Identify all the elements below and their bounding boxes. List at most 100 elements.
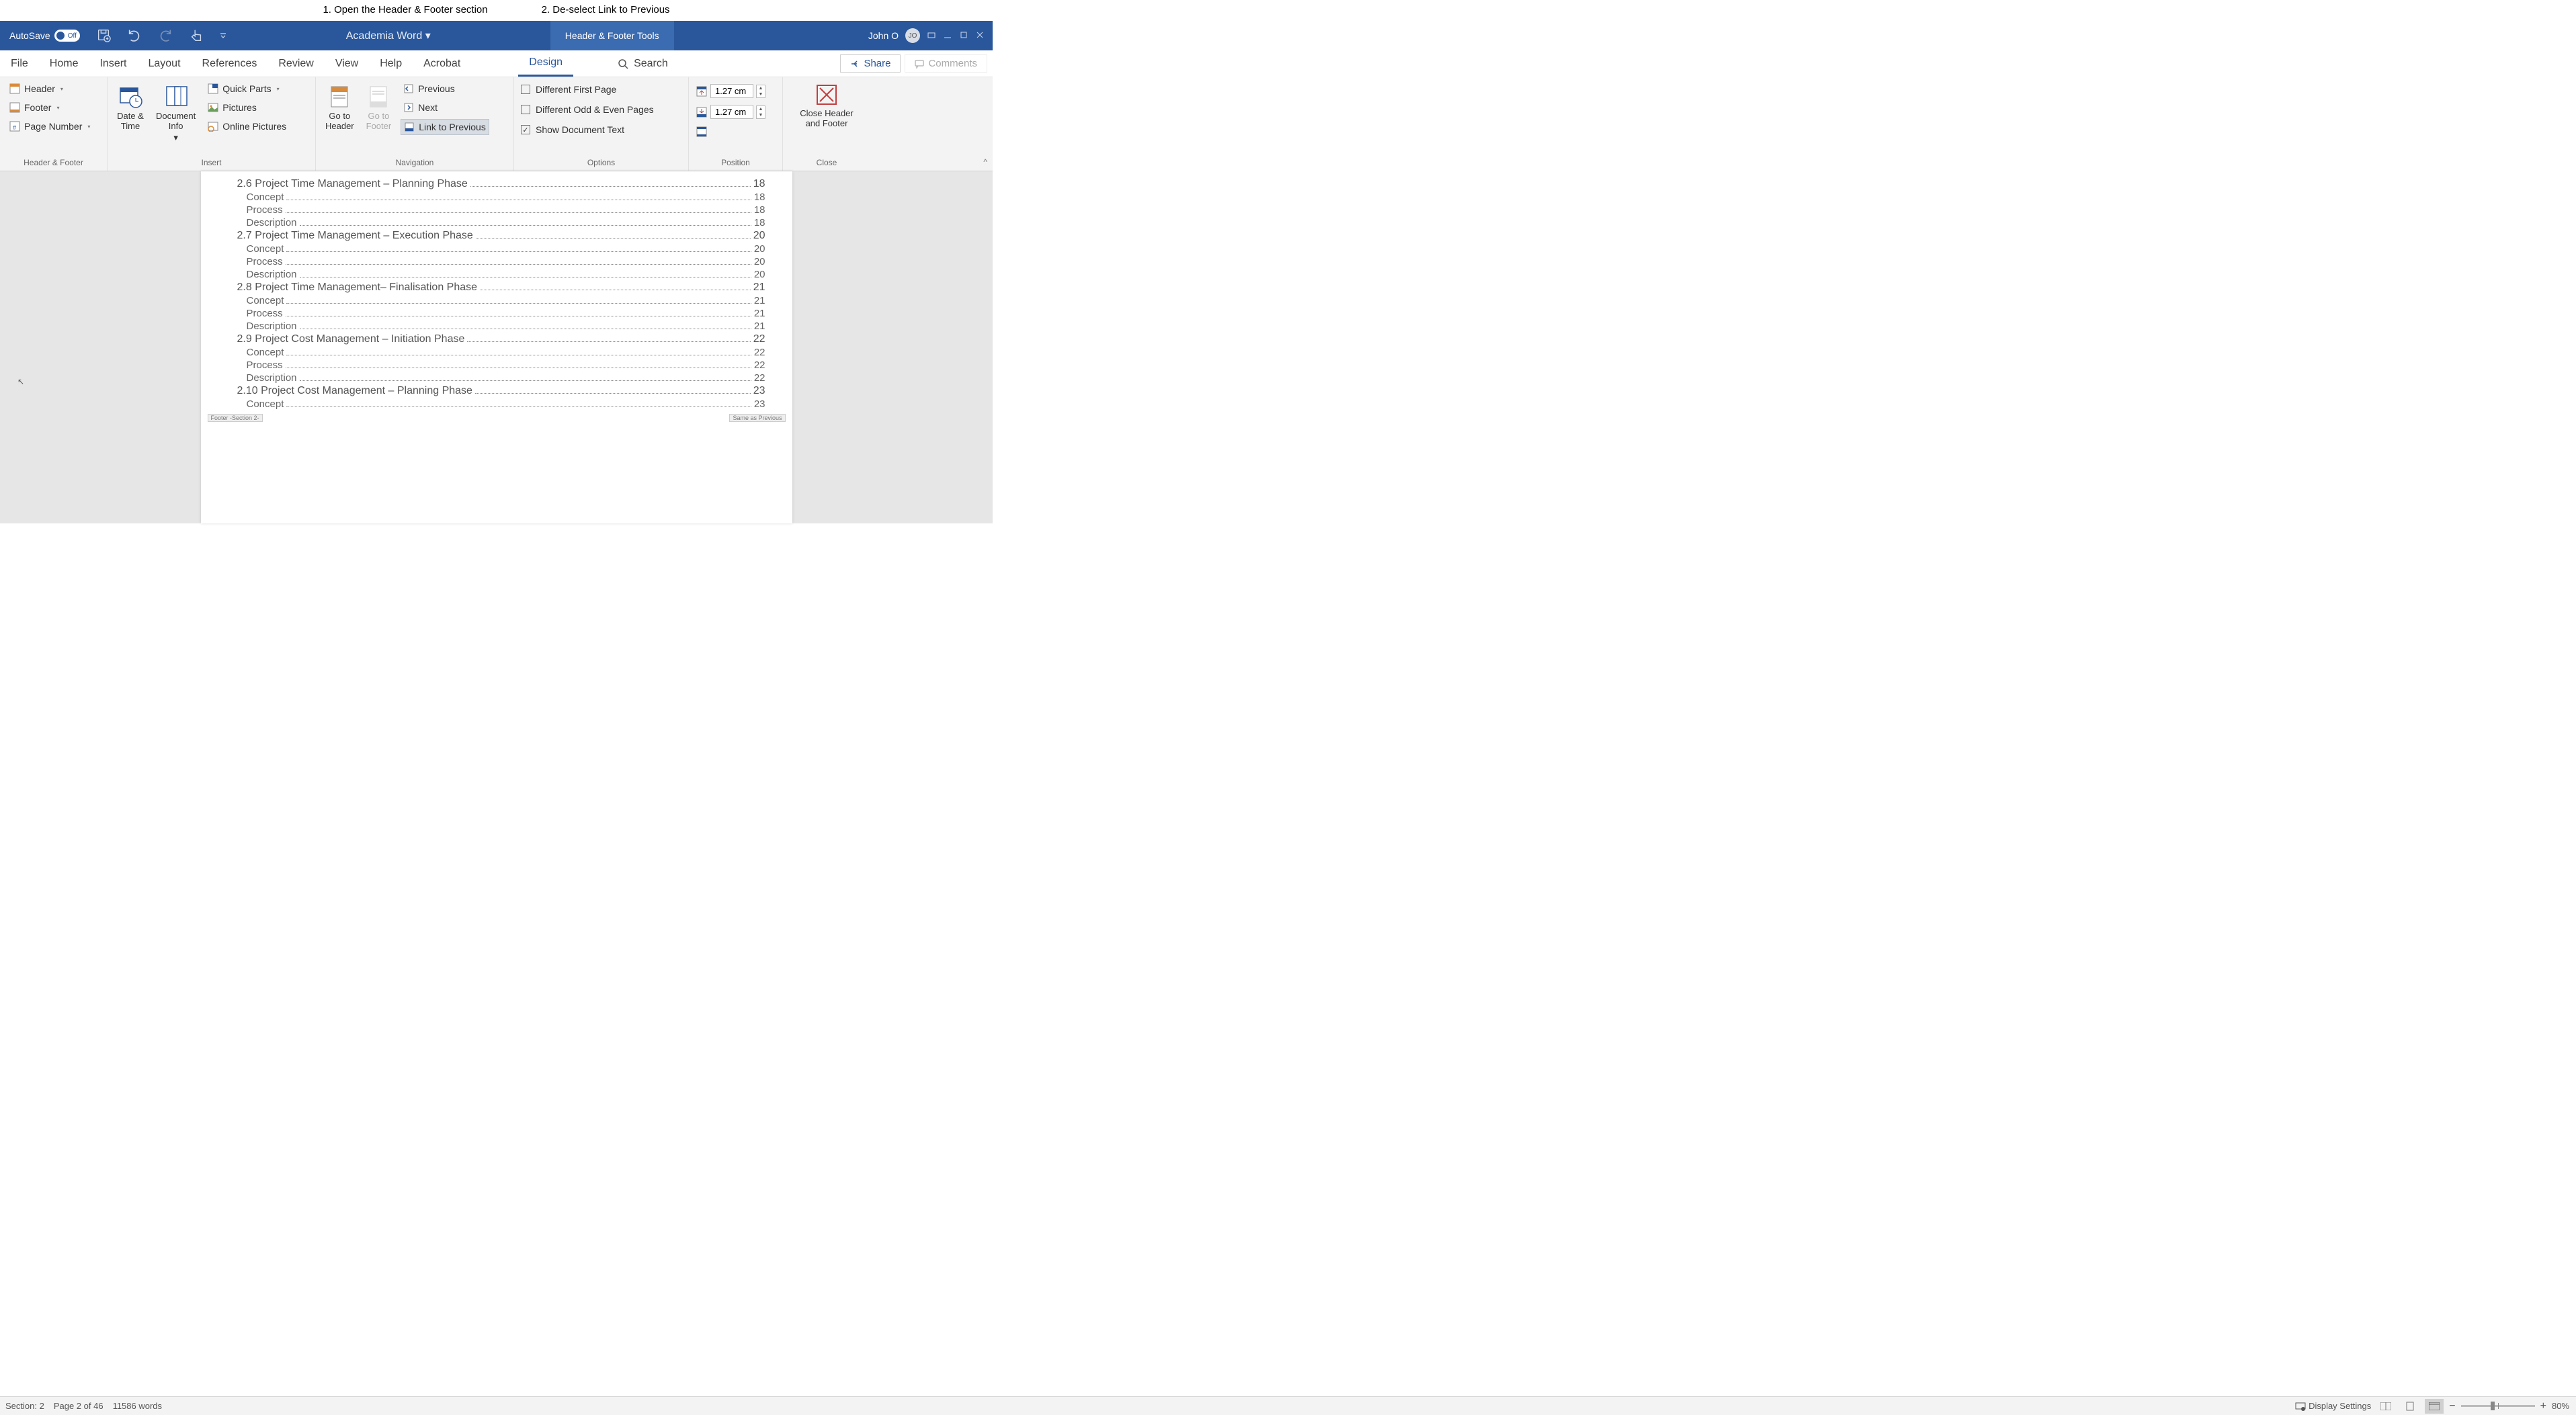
tab-design[interactable]: Design bbox=[518, 50, 573, 77]
footer-button[interactable]: Footer▾ bbox=[7, 100, 93, 115]
zoom-level[interactable]: 80% bbox=[2552, 1401, 2569, 1411]
save-icon[interactable] bbox=[96, 28, 111, 44]
show-document-text-checkbox[interactable]: Show Document Text bbox=[521, 124, 654, 135]
date-time-button[interactable]: Date & Time bbox=[114, 81, 147, 132]
page-number-button[interactable]: # Page Number▾ bbox=[7, 119, 93, 134]
share-icon bbox=[850, 59, 860, 69]
previous-icon bbox=[403, 83, 414, 94]
view-web-layout-button[interactable] bbox=[2425, 1399, 2444, 1414]
user-name: John O bbox=[868, 30, 899, 41]
goto-header-button[interactable]: Go to Header bbox=[323, 81, 357, 132]
tab-review[interactable]: Review bbox=[267, 50, 324, 77]
toc-line: Concept23 bbox=[237, 398, 765, 410]
instruction-bar: 1. Open the Header & Footer section 2. D… bbox=[0, 0, 993, 21]
toc-text: Process bbox=[247, 204, 283, 216]
quick-parts-button[interactable]: Quick Parts▾ bbox=[205, 81, 289, 96]
status-section[interactable]: Section: 2 bbox=[5, 1401, 44, 1411]
alignment-tab-icon bbox=[696, 126, 708, 138]
toc-line: Description20 bbox=[237, 269, 765, 280]
autosave-toggle[interactable]: Off bbox=[54, 30, 80, 42]
toc-text: Process bbox=[247, 308, 283, 319]
zoom-in-button[interactable]: + bbox=[2540, 1400, 2546, 1412]
tab-file[interactable]: File bbox=[0, 50, 39, 77]
toc-page: 20 bbox=[753, 230, 765, 242]
toc-line: Process 21 bbox=[237, 308, 765, 319]
next-icon bbox=[403, 102, 414, 113]
tab-view[interactable]: View bbox=[325, 50, 369, 77]
toc-line: 2.6 Project Time Management – Planning P… bbox=[237, 178, 765, 190]
qat-customize-icon[interactable] bbox=[220, 30, 226, 41]
close-window-icon[interactable] bbox=[975, 30, 985, 42]
header-button[interactable]: Header▾ bbox=[7, 81, 93, 96]
footer-section-tag: Footer -Section 2- bbox=[208, 414, 263, 422]
toc-line: Concept22 bbox=[237, 347, 765, 358]
group-label-position: Position bbox=[696, 156, 776, 169]
group-label-navigation: Navigation bbox=[323, 156, 507, 169]
document-page[interactable]: 2.6 Project Time Management – Planning P… bbox=[201, 171, 792, 523]
touch-mode-icon[interactable] bbox=[189, 28, 204, 44]
zoom-out-button[interactable]: − bbox=[2449, 1400, 2455, 1412]
toc-page: 21 bbox=[754, 320, 765, 332]
tab-help[interactable]: Help bbox=[369, 50, 413, 77]
toc-line: Description22 bbox=[237, 372, 765, 384]
document-info-button[interactable]: Document Info▾ bbox=[153, 81, 198, 144]
toc-text: Concept bbox=[247, 243, 284, 255]
close-icon bbox=[815, 83, 839, 107]
tab-insert[interactable]: Insert bbox=[89, 50, 137, 77]
toc-line: Concept20 bbox=[237, 243, 765, 255]
next-button[interactable]: Next bbox=[401, 100, 489, 115]
footer-icon bbox=[9, 102, 20, 113]
link-to-previous-button[interactable]: Link to Previous bbox=[401, 119, 489, 135]
view-read-mode-button[interactable] bbox=[2376, 1399, 2395, 1414]
ribbon-display-options-icon[interactable] bbox=[927, 30, 936, 42]
tab-references[interactable]: References bbox=[192, 50, 268, 77]
display-settings-button[interactable]: Display Settings bbox=[2295, 1401, 2371, 1412]
toc-page: 23 bbox=[753, 385, 765, 397]
share-button[interactable]: Share bbox=[840, 54, 901, 73]
ribbon: Header▾ Footer▾ # Page Number▾ Header & … bbox=[0, 77, 993, 171]
previous-button[interactable]: Previous bbox=[401, 81, 489, 96]
status-word-count[interactable]: 11586 words bbox=[113, 1401, 162, 1411]
footer-position-spinner[interactable]: ▲▼ bbox=[756, 105, 765, 119]
autosave-state: Off bbox=[68, 32, 77, 40]
toc-text: Description bbox=[247, 217, 297, 228]
user-avatar[interactable]: JO bbox=[905, 28, 920, 43]
toc-line: Description18 bbox=[237, 217, 765, 228]
search-icon bbox=[618, 58, 628, 69]
autosave-control[interactable]: AutoSave Off bbox=[9, 30, 80, 42]
minimize-icon[interactable] bbox=[943, 30, 952, 42]
pictures-button[interactable]: Pictures bbox=[205, 100, 289, 115]
footer-from-bottom-field[interactable]: 1.27 cm ▲▼ bbox=[696, 105, 765, 119]
user-area: John O JO bbox=[868, 28, 985, 43]
header-from-top-field[interactable]: 1.27 cm ▲▼ bbox=[696, 84, 765, 98]
different-first-page-checkbox[interactable]: Different First Page bbox=[521, 84, 654, 95]
online-pictures-button[interactable]: Online Pictures bbox=[205, 119, 289, 134]
context-tab-header-footer-tools[interactable]: Header & Footer Tools bbox=[550, 21, 674, 50]
toc-page: 23 bbox=[754, 398, 765, 410]
zoom-slider[interactable] bbox=[2461, 1405, 2535, 1407]
header-position-spinner[interactable]: ▲▼ bbox=[756, 85, 765, 98]
tab-home[interactable]: Home bbox=[39, 50, 89, 77]
view-print-layout-button[interactable] bbox=[2401, 1399, 2419, 1414]
collapse-ribbon-icon[interactable]: ^ bbox=[983, 157, 987, 167]
maximize-icon[interactable] bbox=[959, 30, 968, 42]
tab-layout[interactable]: Layout bbox=[137, 50, 191, 77]
insert-alignment-tab-button[interactable] bbox=[696, 126, 765, 138]
toc-page: 21 bbox=[754, 295, 765, 306]
comments-button[interactable]: Comments bbox=[905, 54, 987, 73]
page-number-icon: # bbox=[9, 121, 20, 132]
undo-icon[interactable] bbox=[127, 28, 142, 44]
tab-acrobat[interactable]: Acrobat bbox=[413, 50, 471, 77]
different-odd-even-checkbox[interactable]: Different Odd & Even Pages bbox=[521, 104, 654, 115]
toc-line: Process20 bbox=[237, 256, 765, 267]
svg-text:#: # bbox=[13, 124, 16, 131]
toc-page: 21 bbox=[753, 282, 765, 294]
toc-text: 2.6 Project Time Management – Planning P… bbox=[237, 178, 468, 190]
search-box[interactable]: Search bbox=[607, 58, 679, 70]
status-page[interactable]: Page 2 of 46 bbox=[54, 1401, 103, 1411]
toc-page: 18 bbox=[754, 204, 765, 216]
close-header-footer-button[interactable]: Close Header and Footer bbox=[797, 81, 856, 130]
toc-page: 21 bbox=[754, 308, 765, 319]
comments-icon bbox=[915, 59, 924, 69]
redo-icon[interactable] bbox=[158, 28, 173, 44]
